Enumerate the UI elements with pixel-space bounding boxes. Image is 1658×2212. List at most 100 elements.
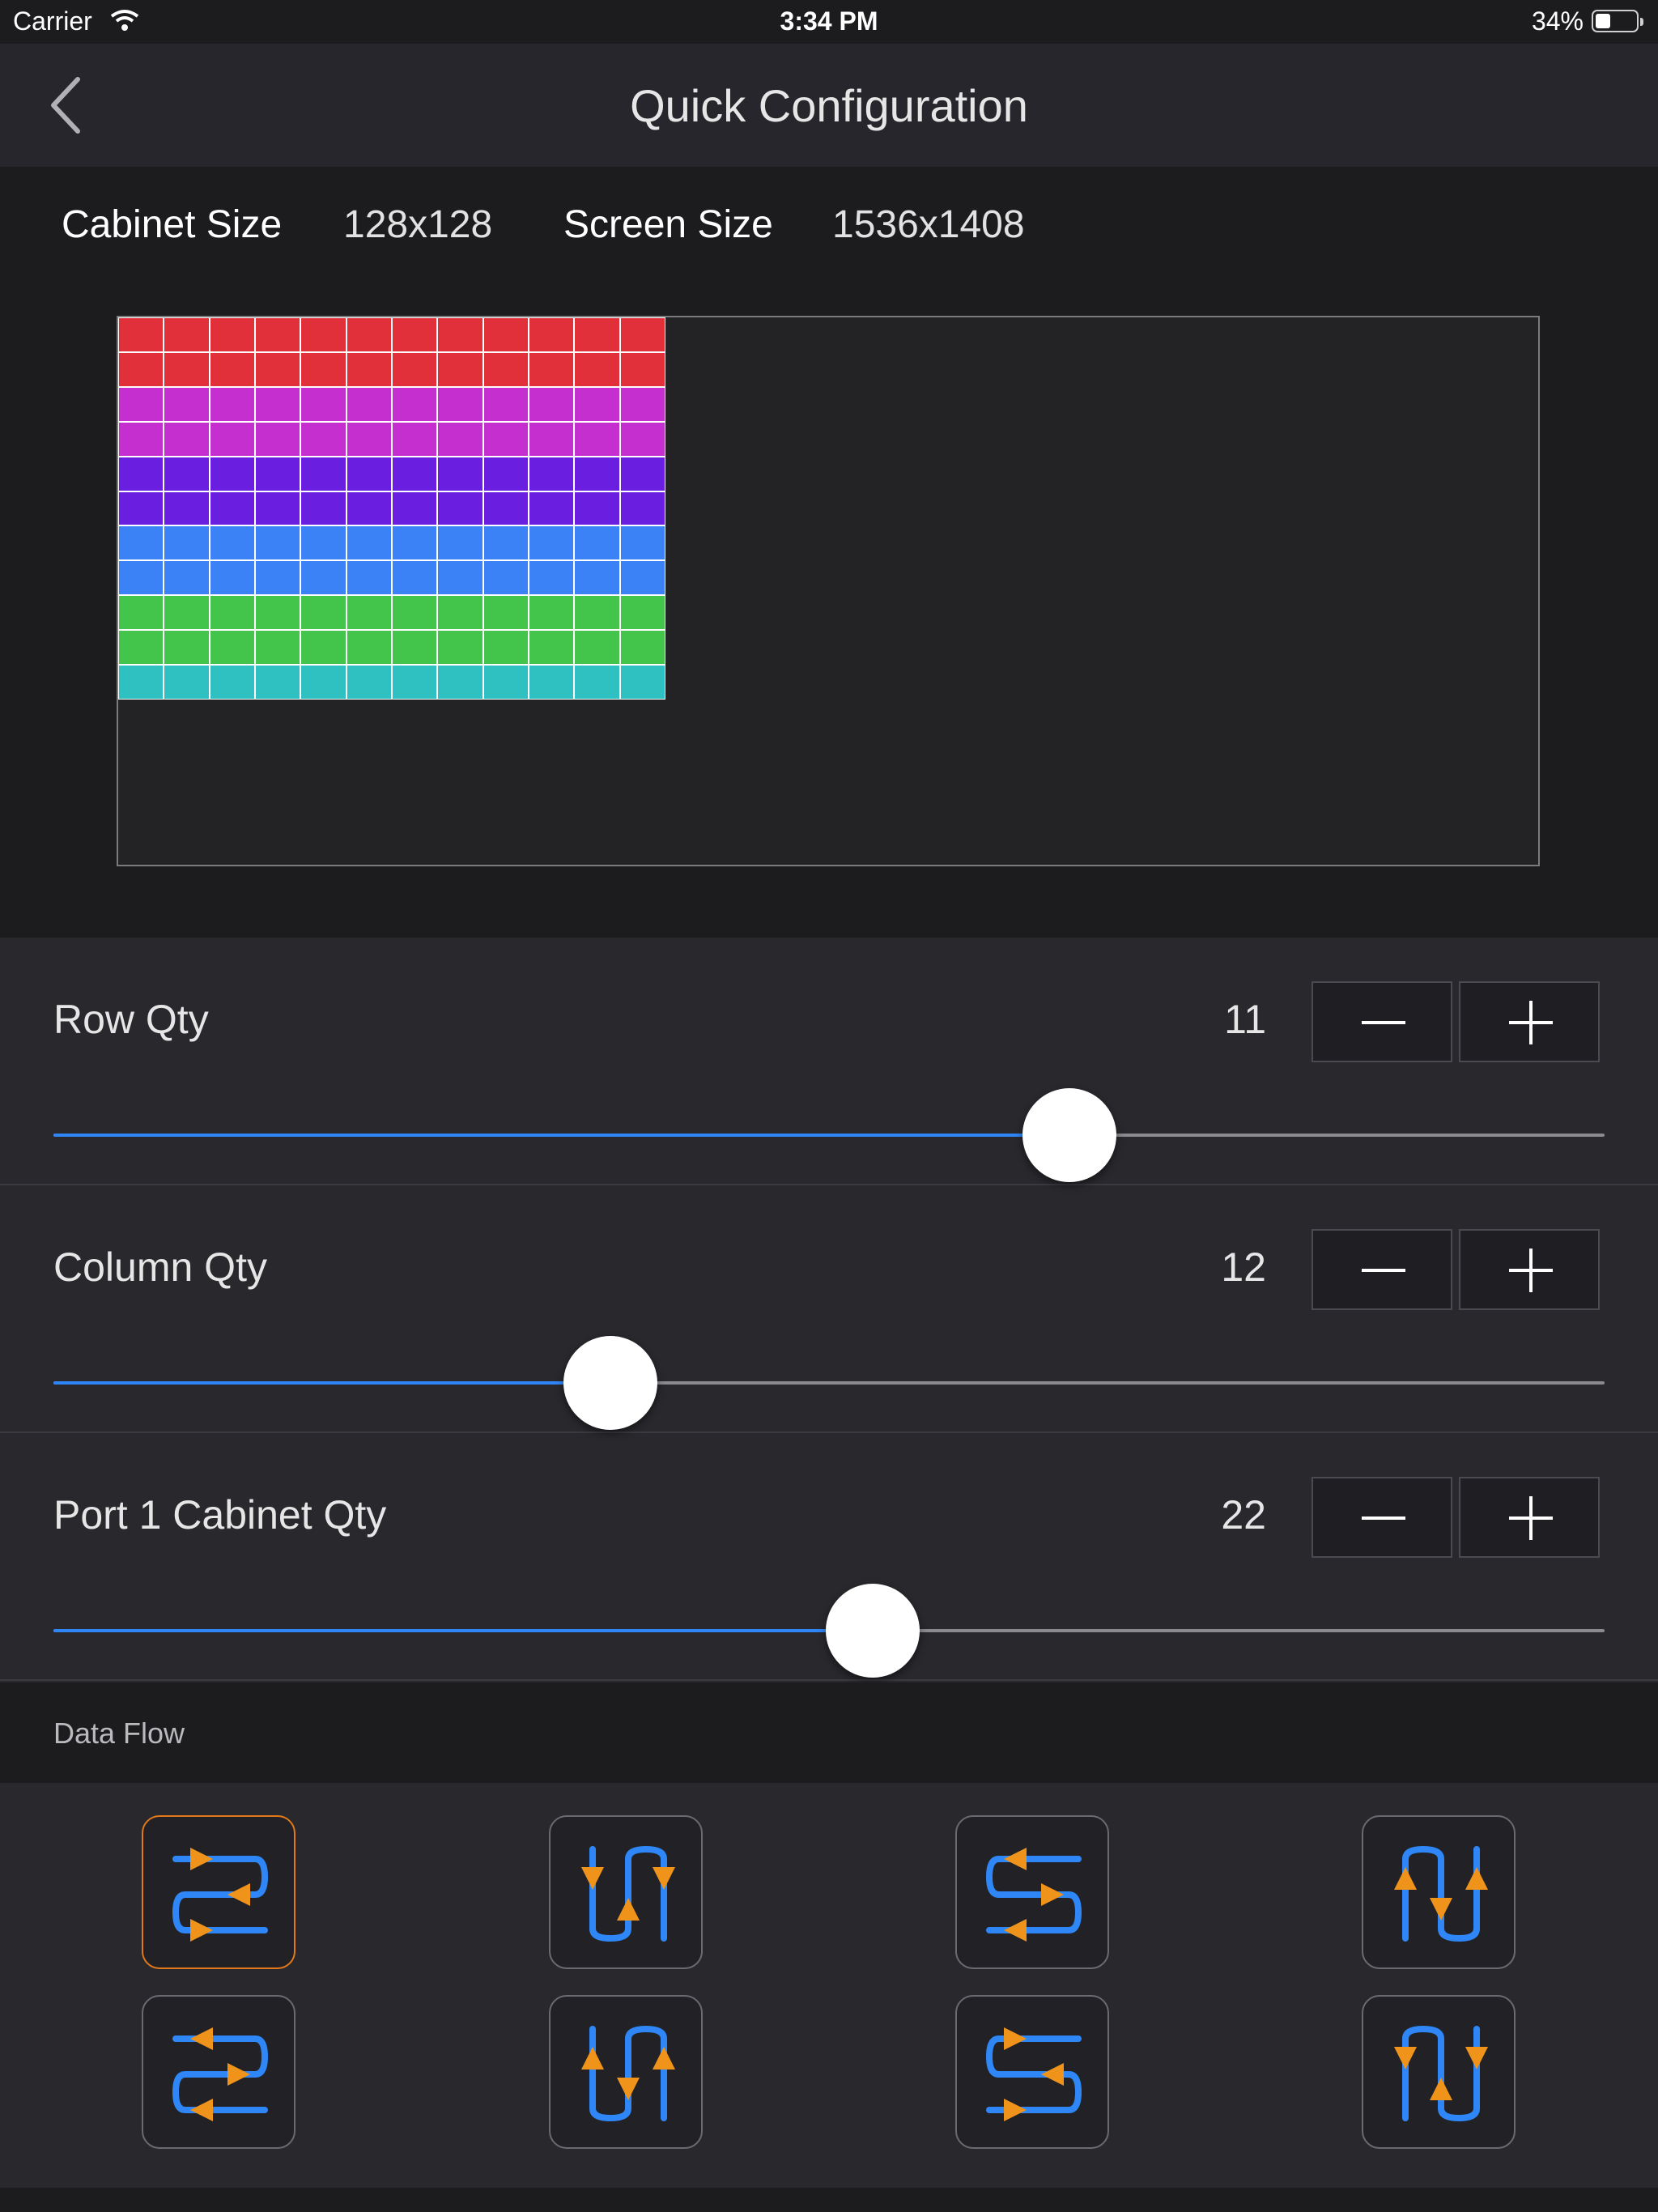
status-bar: Carrier 3:34 PM 34%	[0, 0, 1658, 44]
screen-size-value: 1536x1408	[832, 203, 1025, 246]
cabinet-cell	[575, 561, 619, 595]
cabinet-cell	[255, 666, 300, 699]
slider-thumb[interactable]	[825, 1584, 920, 1678]
cabinet-cell	[255, 352, 300, 386]
cabinet-cell	[164, 422, 209, 456]
cabinet-cell	[438, 318, 483, 351]
slider-thumb[interactable]	[563, 1336, 657, 1430]
data-flow-option-horizontal-snake-left-alt[interactable]	[955, 1995, 1109, 2149]
cabinet-cell	[392, 457, 437, 491]
cabinet-cell	[575, 318, 619, 351]
page-title: Quick Configuration	[630, 80, 1028, 131]
cabinet-cell	[529, 666, 574, 699]
cabinet-cell	[483, 457, 528, 491]
cabinet-cell	[119, 318, 164, 351]
slider-thumb[interactable]	[1022, 1088, 1116, 1182]
cabinet-cell	[392, 631, 437, 665]
cabinet-cell	[529, 561, 574, 595]
cabinet-cell	[483, 526, 528, 560]
cabinet-size-label: Cabinet Size	[62, 203, 283, 246]
cabinet-cell	[301, 666, 346, 699]
data-flow-option-vertical-snake-down-up-a[interactable]	[1362, 1815, 1516, 1969]
cabinet-cell	[529, 457, 574, 491]
data-flow-option-vertical-snake-down-up-b[interactable]	[1362, 1995, 1516, 2149]
cabinet-cell	[575, 631, 619, 665]
data-flow-option-horizontal-snake-left-start[interactable]	[955, 1815, 1109, 1969]
snake-path-icon	[581, 1845, 675, 1942]
cabinet-cell	[164, 491, 209, 525]
cabinet-cell	[255, 422, 300, 456]
cabinet-cell	[575, 422, 619, 456]
cabinet-cell	[346, 596, 391, 630]
cabinet-cell	[119, 352, 164, 386]
cabinet-cell	[346, 422, 391, 456]
cabinet-cell	[483, 666, 528, 699]
row-qty-decrement-button[interactable]	[1312, 981, 1452, 1062]
cabinet-cell	[301, 387, 346, 421]
cabinet-cell	[575, 491, 619, 525]
cabinet-cell	[210, 596, 254, 630]
navigation-bar: Quick Configuration	[0, 44, 1658, 167]
column-qty-slider[interactable]	[53, 1336, 1605, 1430]
port1-cabinet-qty-control: Port 1 Cabinet Qty 22	[0, 1433, 1658, 1681]
cabinet-cell	[301, 457, 346, 491]
cabinet-cell	[575, 666, 619, 699]
cabinet-cell	[620, 631, 665, 665]
cabinet-cell	[119, 561, 164, 595]
cabinet-cell	[346, 526, 391, 560]
row-qty-increment-button[interactable]	[1459, 981, 1600, 1062]
port1-cabinet-qty-slider[interactable]	[53, 1584, 1605, 1678]
data-flow-option-vertical-snake-up-down-b[interactable]	[549, 1995, 703, 2149]
port1-cabinet-qty-increment-button[interactable]	[1459, 1477, 1600, 1558]
snake-path-icon	[985, 2027, 1082, 2121]
column-qty-increment-button[interactable]	[1459, 1229, 1600, 1310]
minus-icon	[1362, 1516, 1405, 1520]
cabinet-cell	[529, 318, 574, 351]
minus-icon	[1362, 1269, 1405, 1272]
cabinet-cell	[392, 387, 437, 421]
cabinet-cell	[392, 596, 437, 630]
battery-percent: 34%	[1531, 6, 1584, 36]
row-qty-slider[interactable]	[53, 1088, 1605, 1182]
cabinet-cell	[438, 596, 483, 630]
data-flow-option-vertical-snake-up-down-a[interactable]	[549, 1815, 703, 1969]
column-qty-control: Column Qty 12	[0, 1185, 1658, 1433]
column-qty-decrement-button[interactable]	[1312, 1229, 1452, 1310]
cabinet-cell	[301, 422, 346, 456]
cabinet-cell	[301, 491, 346, 525]
cabinet-cell	[210, 318, 254, 351]
cabinet-cell	[392, 422, 437, 456]
snake-path-icon	[1394, 1845, 1488, 1942]
port1-cabinet-qty-decrement-button[interactable]	[1312, 1477, 1452, 1558]
port1-cabinet-qty-label: Port 1 Cabinet Qty	[53, 1492, 387, 1538]
cabinet-cell	[164, 596, 209, 630]
cabinet-cell	[301, 561, 346, 595]
cabinet-cell	[164, 387, 209, 421]
bottom-strip	[0, 2188, 1658, 2212]
cabinet-cell	[346, 631, 391, 665]
data-flow-label: Data Flow	[53, 1716, 185, 1750]
cabinet-cell	[255, 526, 300, 560]
cabinet-cell	[620, 352, 665, 386]
cabinet-cell	[346, 457, 391, 491]
cabinet-cell	[255, 318, 300, 351]
cabinet-cell	[301, 526, 346, 560]
data-flow-option-horizontal-snake-right-alt[interactable]	[142, 1995, 295, 2149]
cabinet-cell	[210, 422, 254, 456]
cabinet-cell	[119, 526, 164, 560]
cabinet-cell	[620, 526, 665, 560]
battery-icon	[1592, 10, 1643, 32]
port1-cabinet-qty-value: 22	[1221, 1492, 1266, 1538]
cabinet-size-value: 128x128	[343, 203, 493, 246]
cabinet-cell	[575, 352, 619, 386]
cabinet-cell	[529, 596, 574, 630]
cabinet-cell	[255, 596, 300, 630]
cabinet-cell	[301, 352, 346, 386]
screen-size-label: Screen Size	[563, 203, 773, 246]
cabinet-cell	[210, 352, 254, 386]
cabinet-cell	[210, 491, 254, 525]
data-flow-option-horizontal-snake-right-start[interactable]	[142, 1815, 295, 1969]
snake-path-icon	[172, 2027, 269, 2121]
cabinet-cell	[620, 596, 665, 630]
cabinet-cell	[346, 387, 391, 421]
